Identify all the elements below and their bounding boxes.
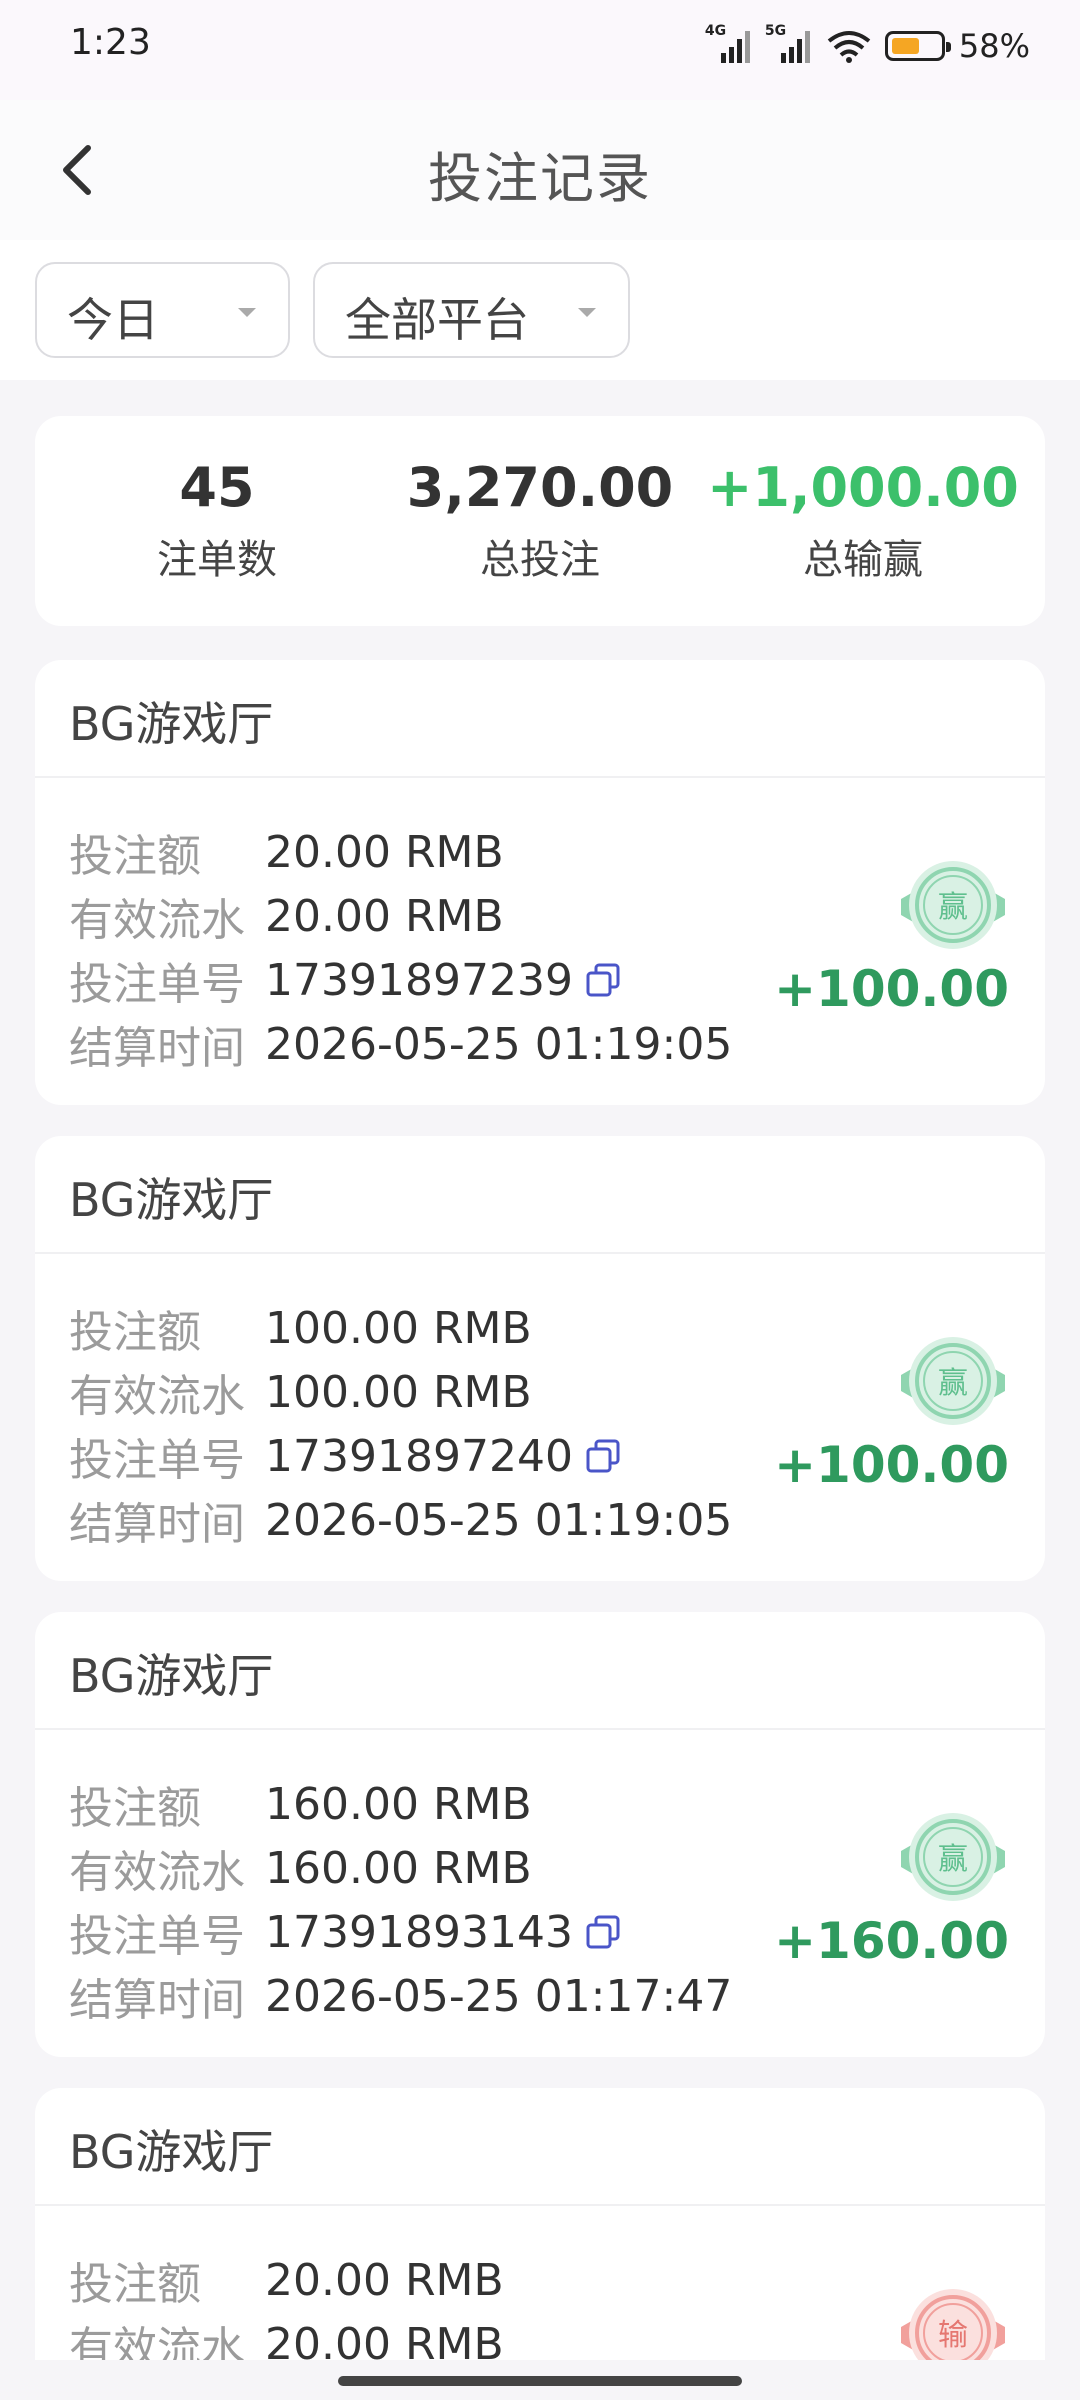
summary-card: 45 注单数 3,270.00 总投注 +1,000.00 总输赢: [35, 416, 1045, 626]
total-winloss-stat: +1,000.00 总输赢: [703, 456, 1023, 585]
turnover-label: 有效流水: [69, 1371, 245, 1422]
status-time: 1:23: [70, 22, 151, 63]
bet-amount-label: 投注额: [69, 831, 201, 882]
win-amount: +100.00: [774, 960, 1009, 1018]
venue-name: BG游戏厅: [35, 1136, 1045, 1254]
order-no-label: 投注单号: [69, 959, 245, 1010]
bet-amount-value: 20.00 RMB: [265, 2254, 504, 2306]
platform-filter-value: 全部平台: [345, 293, 529, 347]
bet-record-card[interactable]: BG游戏厅 投注额 100.00 RMB 有效流水 100.00 RMB 投注单号 1…: [35, 1136, 1045, 1581]
turnover-label: 有效流水: [69, 1847, 245, 1898]
turnover-value: 20.00 RMB: [265, 890, 504, 942]
network-type-label: 5G: [764, 23, 787, 39]
order-no-value: 17391897240: [265, 1430, 573, 1482]
turnover-value: 160.00 RMB: [265, 1842, 532, 1894]
bet-record-card[interactable]: BG游戏厅 投注额 20.00 RMB 有效流水 20.00 RMB 输: [35, 2088, 1045, 2388]
total-bet-label: 总投注: [480, 537, 600, 583]
bet-count-label: 注单数: [157, 537, 277, 583]
bet-record-card[interactable]: BG游戏厅 投注额 160.00 RMB 有效流水 160.00 RMB 投注单号 1…: [35, 1612, 1045, 2057]
copy-icon[interactable]: [585, 1914, 621, 1950]
settle-time-label: 结算时间: [69, 1499, 245, 1550]
bet-amount-label: 投注额: [69, 1783, 201, 1834]
status-icons: 4G 5G 58%: [705, 23, 1030, 68]
total-winloss-label: 总输赢: [803, 537, 923, 583]
win-stamp-icon: 赢: [901, 861, 1005, 949]
venue-name: BG游戏厅: [35, 660, 1045, 778]
venue-name: BG游戏厅: [35, 1612, 1045, 1730]
svg-text:输: 输: [938, 2318, 968, 2353]
bet-amount-label: 投注额: [69, 1307, 201, 1358]
platform-filter-dropdown[interactable]: 全部平台: [313, 262, 630, 358]
caret-down-icon: [578, 308, 596, 317]
svg-text:赢: 赢: [938, 1842, 968, 1877]
settle-time-value: 2026-05-25 01:17:47: [265, 1970, 733, 2022]
bet-amount-value: 160.00 RMB: [265, 1778, 532, 1830]
venue-name: BG游戏厅: [35, 2088, 1045, 2206]
status-bar: 1:23 4G 5G 58%: [0, 0, 1080, 100]
settle-time-value: 2026-05-25 01:19:05: [265, 1018, 733, 1070]
wifi-icon: [827, 31, 871, 63]
order-no-value: 17391893143: [265, 1906, 573, 1958]
copy-icon[interactable]: [585, 962, 621, 998]
total-bet-value: 3,270.00: [406, 456, 674, 519]
battery-icon: [884, 31, 951, 61]
bet-count-stat: 45 注单数: [57, 456, 377, 585]
bet-amount-value: 100.00 RMB: [265, 1302, 532, 1354]
date-filter-dropdown[interactable]: 今日: [35, 262, 290, 358]
caret-down-icon: [238, 308, 256, 317]
bet-amount-label: 投注额: [69, 2259, 201, 2310]
svg-text:赢: 赢: [938, 890, 968, 925]
date-filter-value: 今日: [67, 293, 159, 347]
filter-bar: 今日 全部平台: [0, 240, 1080, 380]
bet-record-card[interactable]: BG游戏厅 投注额 20.00 RMB 有效流水 20.00 RMB 投注单号 173…: [35, 660, 1045, 1105]
copy-icon[interactable]: [585, 1438, 621, 1474]
turnover-label: 有效流水: [69, 895, 245, 946]
order-no-label: 投注单号: [69, 1911, 245, 1962]
page-title: 投注记录: [428, 147, 652, 210]
order-no-value: 17391897239: [265, 954, 573, 1006]
win-stamp-icon: 赢: [901, 1813, 1005, 1901]
battery-percent: 58%: [958, 27, 1030, 65]
bet-count-value: 45: [179, 456, 255, 519]
bet-amount-value: 20.00 RMB: [265, 826, 504, 878]
win-amount: +160.00: [774, 1912, 1009, 1970]
settle-time-label: 结算时间: [69, 1023, 245, 1074]
settle-time-label: 结算时间: [69, 1975, 245, 2026]
svg-text:赢: 赢: [938, 1366, 968, 1401]
settle-time-value: 2026-05-25 01:19:05: [265, 1494, 733, 1546]
network-type-label: 4G: [704, 23, 727, 39]
win-amount: +100.00: [774, 1436, 1009, 1494]
cellular-signal-icon: 5G: [765, 23, 813, 63]
home-indicator[interactable]: [338, 2376, 742, 2386]
cellular-signal-icon: 4G: [705, 23, 753, 63]
nav-header: 投注记录: [0, 100, 1080, 241]
total-bet-stat: 3,270.00 总投注: [380, 456, 700, 585]
order-no-label: 投注单号: [69, 1435, 245, 1486]
turnover-value: 100.00 RMB: [265, 1366, 532, 1418]
win-stamp-icon: 赢: [901, 1337, 1005, 1425]
total-winloss-value: +1,000.00: [707, 456, 1019, 519]
